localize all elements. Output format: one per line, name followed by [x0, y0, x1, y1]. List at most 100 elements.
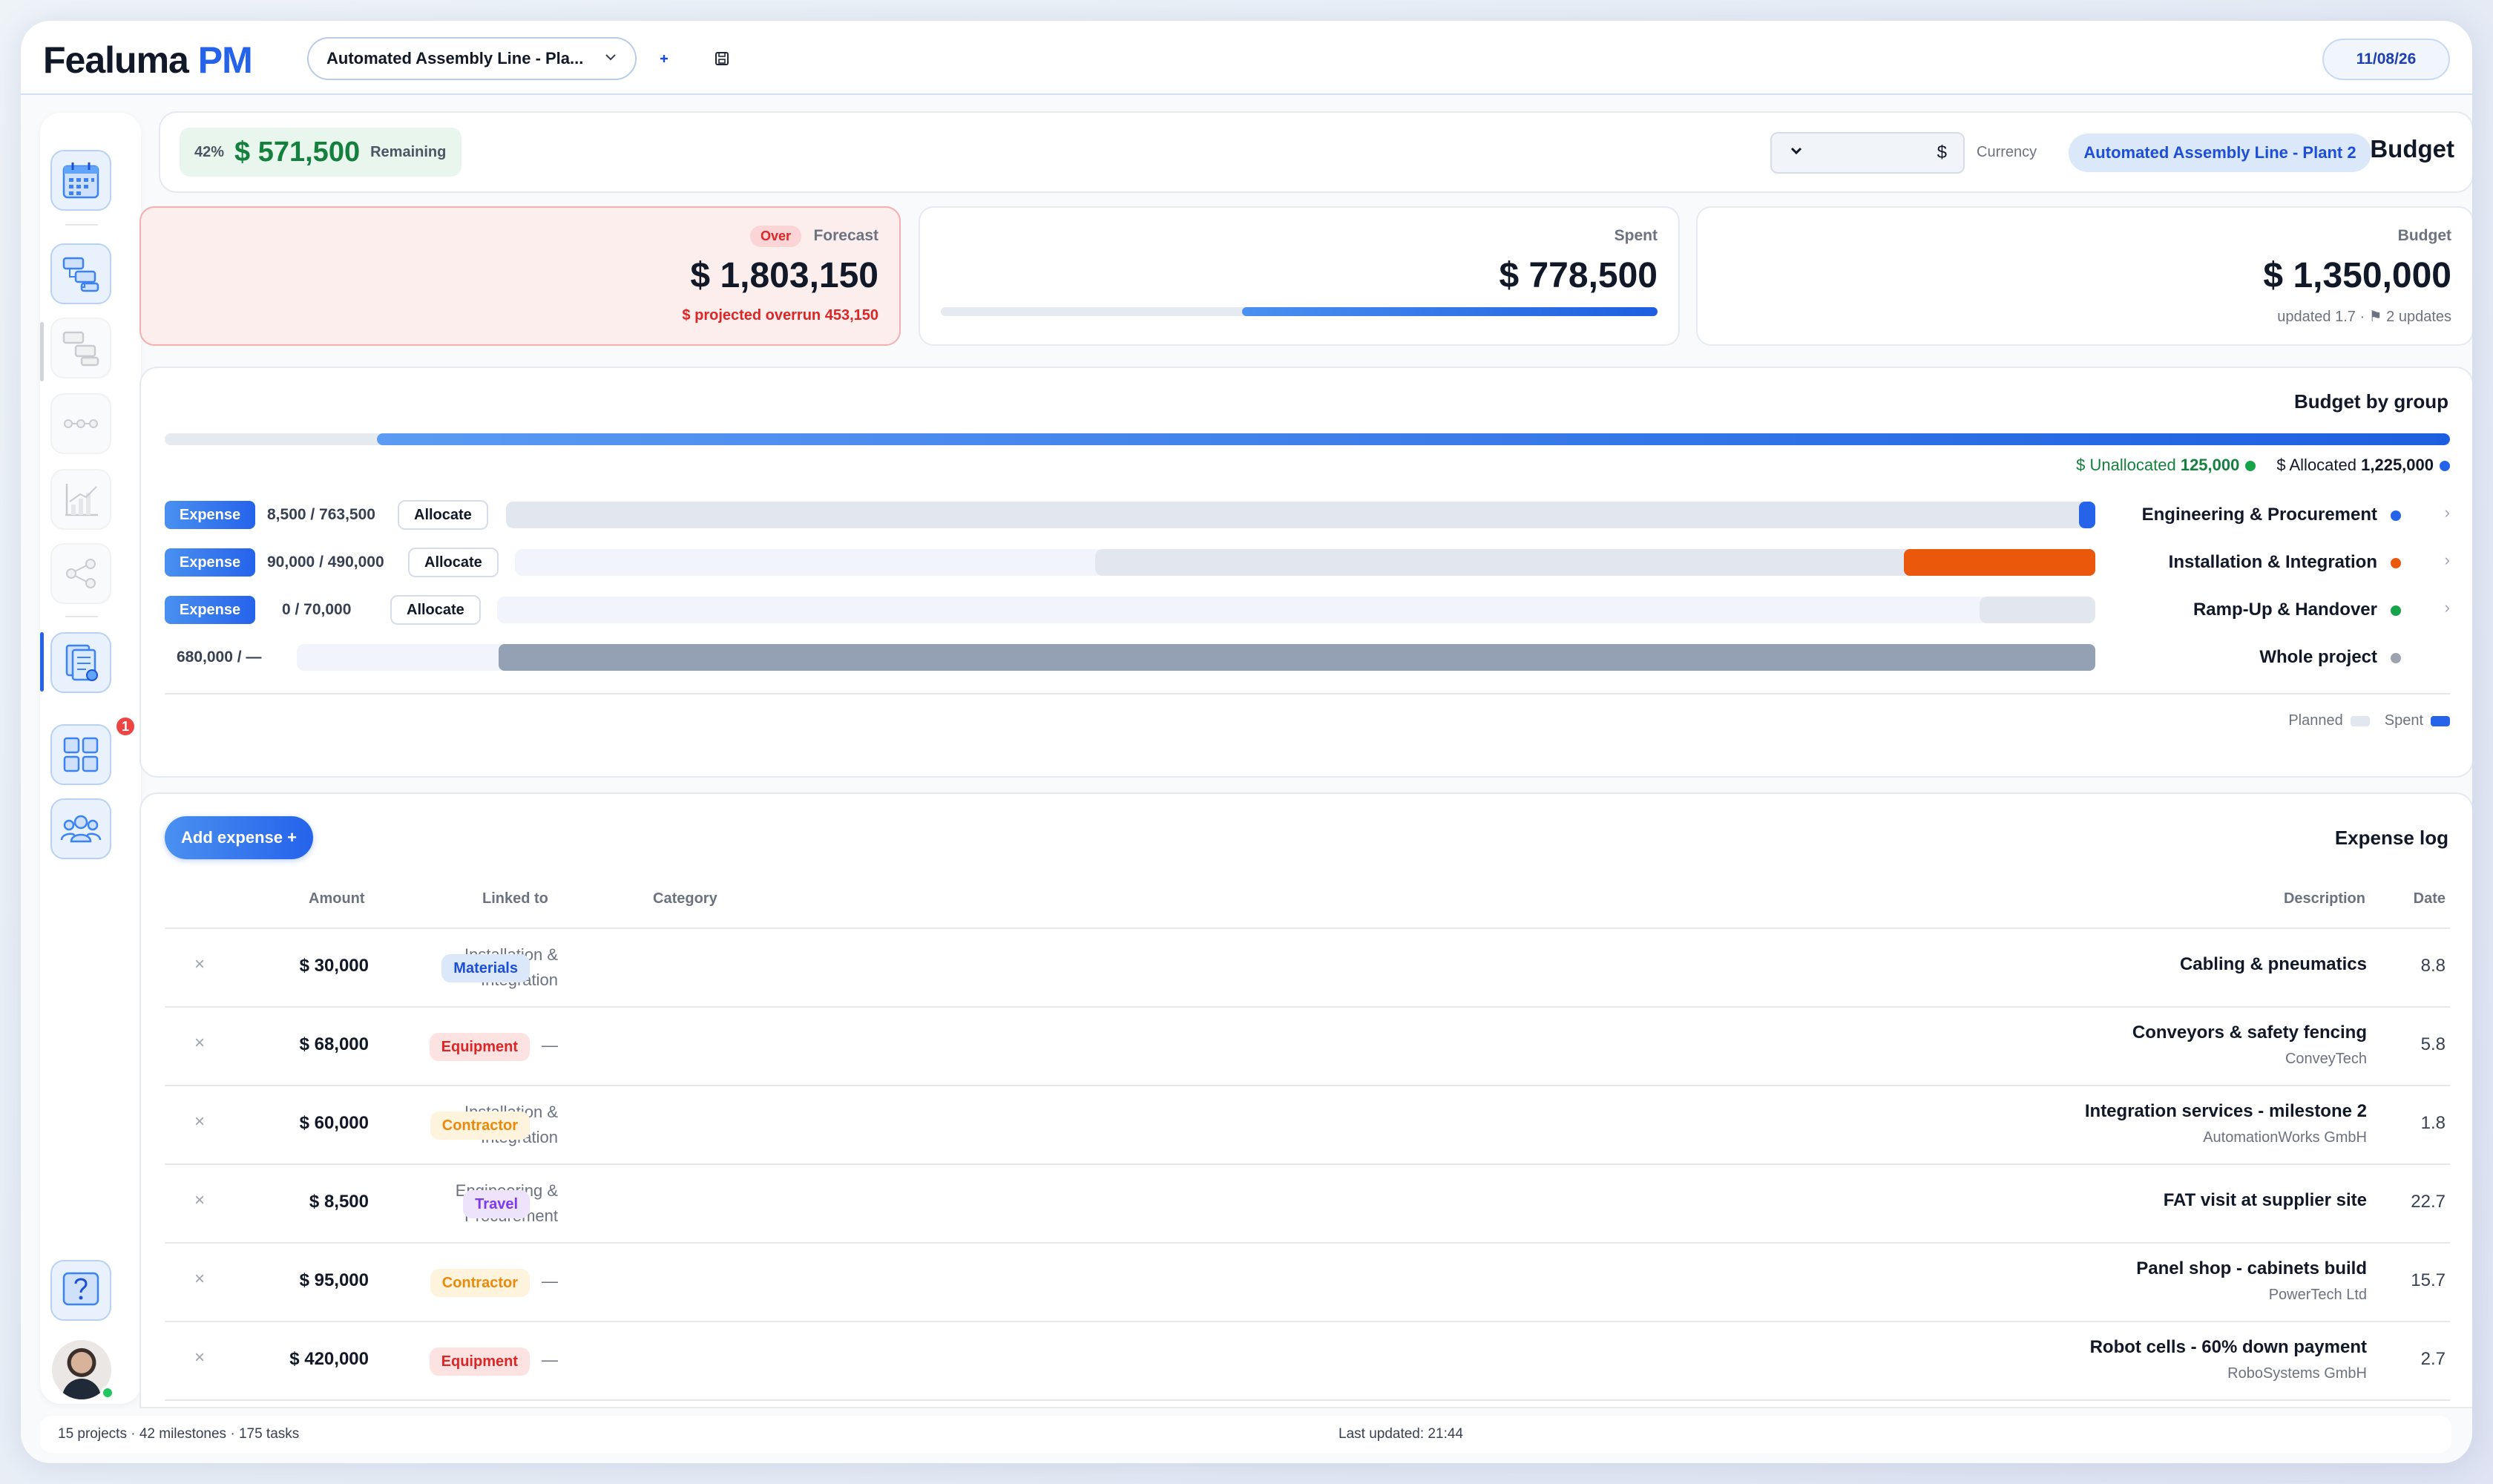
- group-spent-planned: 90,000 / 490,000: [267, 554, 384, 571]
- expense-description: Panel shop - cabinets build: [2136, 1258, 2367, 1278]
- unallocated-item: $ Unallocated 125,000: [2076, 456, 2256, 475]
- add-expense-button[interactable]: Add expense +: [165, 816, 313, 859]
- budget-documents-icon[interactable]: [50, 632, 111, 693]
- gantt-alt-icon[interactable]: [50, 318, 111, 378]
- project-select[interactable]: Automated Assembly Line - Pla...: [307, 37, 637, 80]
- currency-select[interactable]: $: [1770, 132, 1965, 174]
- spent-progress-fill: [1241, 307, 1658, 316]
- nav-hover-indicator: [40, 322, 44, 381]
- planned-bar: [1980, 597, 2095, 623]
- app-logo: Fealuma PM: [43, 39, 253, 81]
- expense-date: 1.8: [2420, 1113, 2446, 1133]
- expense-button[interactable]: Expense: [165, 548, 255, 577]
- budget-label: Budget: [2397, 227, 2451, 244]
- group-name[interactable]: Engineering & Procurement: [2142, 505, 2401, 525]
- allocate-button[interactable]: Allocate: [398, 500, 488, 530]
- col-amount: Amount: [309, 890, 365, 907]
- forecast-label: Forecast: [813, 227, 878, 244]
- expense-vendor: PowerTech Ltd: [2268, 1287, 2367, 1303]
- table-row[interactable]: ×$ 8,500Engineering &ProcurementTravelFA…: [165, 1165, 2450, 1242]
- chevron-right-icon[interactable]: ›: [2445, 503, 2450, 522]
- expense-description: FAT visit at supplier site: [2163, 1190, 2367, 1210]
- delete-icon[interactable]: ×: [194, 1269, 205, 1290]
- group-color-dot: [2391, 652, 2401, 663]
- group-spent-planned: 0 / 70,000: [282, 601, 352, 618]
- delete-icon[interactable]: ×: [194, 1033, 205, 1054]
- allocate-button[interactable]: Allocate: [390, 595, 481, 625]
- chevron-right-icon[interactable]: ›: [2445, 598, 2450, 617]
- group-color-dot: [2391, 557, 2401, 568]
- spent-bar: [499, 644, 2095, 671]
- group-section-title: Budget by group: [2294, 390, 2448, 413]
- chart-icon[interactable]: [50, 469, 111, 530]
- bar-legend: Planned Spent: [2288, 712, 2450, 729]
- delete-icon[interactable]: ×: [194, 1112, 205, 1132]
- top-bar: Fealuma PM Automated Assembly Line - Pla…: [21, 21, 2472, 95]
- group-name[interactable]: Ramp-Up & Handover: [2193, 600, 2401, 620]
- table-row[interactable]: × $ 95,000— Contractor Panel shop - cabinet…: [165, 1244, 2450, 1321]
- col-date: Date: [2413, 890, 2446, 907]
- project-stats: 15 projects · 42 milestones · 175 tasks: [58, 1426, 300, 1442]
- category-badge: Travel: [463, 1190, 530, 1218]
- budget-header: 42% $ 571,500 Remaining $ Currency Autom…: [159, 111, 2472, 193]
- col-description: Description: [2283, 890, 2365, 907]
- notification-badge: 1: [114, 715, 137, 738]
- table-row[interactable]: ×$ 60,000Installation &IntegrationContra…: [165, 1086, 2450, 1163]
- expense-date: 2.7: [2420, 1349, 2446, 1369]
- spent-progress-bar: [941, 307, 1658, 316]
- dashboard-icon[interactable]: [50, 724, 111, 785]
- group-spent-planned: 8,500 / 763,500: [267, 506, 375, 523]
- expense-button[interactable]: Expense: [165, 501, 255, 529]
- help-icon[interactable]: [50, 1260, 111, 1321]
- allocate-button[interactable]: Allocate: [408, 548, 499, 577]
- expense-button[interactable]: Expense: [165, 596, 255, 624]
- calendar-icon[interactable]: [50, 150, 111, 211]
- allocated-item: $ Allocated 1,225,000: [2276, 456, 2450, 475]
- project-tag[interactable]: Automated Assembly Line - Plant 2: [2069, 134, 2371, 172]
- currency-label: Currency: [1977, 144, 2037, 160]
- category-badge: Contractor: [430, 1269, 530, 1297]
- expense-amount: $ 68,000: [299, 1034, 369, 1054]
- legend-spent: Spent: [2385, 712, 2450, 729]
- expense-vendor: AutomationWorks GmbH: [2203, 1129, 2367, 1146]
- allocated-value: 1,225,000: [2361, 456, 2434, 474]
- save-icon[interactable]: [703, 40, 740, 77]
- date-pill[interactable]: 11/08/26: [2322, 39, 2450, 80]
- remaining-label: Remaining: [370, 143, 447, 160]
- share-icon[interactable]: [50, 543, 111, 604]
- group-row: Expense 90,000 / 490,000 Allocate Instal…: [165, 546, 2450, 579]
- allocated-dot: [2440, 461, 2450, 472]
- group-color-dot: [2391, 605, 2401, 616]
- group-color-dot: [2391, 510, 2401, 521]
- expense-description: Cabling & pneumatics: [2179, 954, 2367, 974]
- delete-icon[interactable]: ×: [194, 1190, 205, 1211]
- nav-divider: [65, 224, 98, 226]
- table-row[interactable]: × $ 68,000— Equipment Conveyors & safety fe…: [165, 1008, 2450, 1085]
- timeline-icon[interactable]: [50, 393, 111, 454]
- allocation-legend: $ Unallocated 125,000 $ Allocated 1,225,…: [2076, 456, 2450, 475]
- team-icon[interactable]: [50, 798, 111, 859]
- allocation-bar-fill: [377, 433, 2450, 445]
- group-track: [497, 597, 2095, 623]
- table-row[interactable]: ×$ 30,000Installation &IntegrationMateri…: [165, 929, 2450, 1006]
- gantt-icon[interactable]: [50, 243, 111, 304]
- chevron-down-icon: [1788, 142, 1804, 164]
- group-name: Whole project: [2259, 647, 2401, 668]
- nav-active-indicator: [40, 632, 44, 692]
- delete-icon[interactable]: ×: [194, 954, 205, 975]
- table-row[interactable]: × $ 420,000— Equipment Robot cells - 60% do…: [165, 1322, 2450, 1399]
- page-title: Budget: [2370, 135, 2454, 162]
- legend-planned: Planned: [2288, 712, 2370, 729]
- plus-icon[interactable]: [646, 40, 683, 77]
- expense-date: 15.7: [2411, 1270, 2446, 1290]
- group-name[interactable]: Installation & Integration: [2169, 552, 2401, 573]
- project-select-value: Automated Assembly Line - Pla...: [326, 49, 584, 68]
- remaining-summary: 42% $ 571,500 Remaining: [180, 128, 462, 177]
- forecast-card: Over Forecast $ 1,803,150 $ projected ov…: [139, 206, 901, 346]
- spent-bar: [2079, 502, 2095, 528]
- col-category: Category: [653, 890, 717, 907]
- expense-vendor: ConveyTech: [2285, 1051, 2367, 1067]
- category-badge: Materials: [441, 954, 530, 982]
- delete-icon[interactable]: ×: [194, 1347, 205, 1368]
- chevron-right-icon[interactable]: ›: [2445, 551, 2450, 570]
